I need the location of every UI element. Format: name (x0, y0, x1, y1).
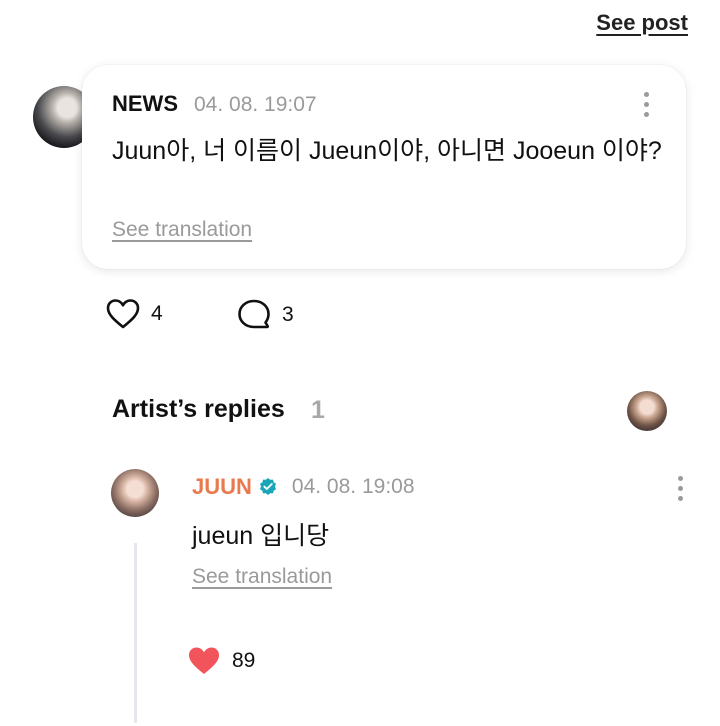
reply-see-translation-link[interactable]: See translation (192, 565, 332, 589)
post-timestamp: 04. 08. 19:07 (194, 93, 317, 116)
artist-replies-title: Artist’s replies (112, 395, 285, 423)
post-like-button[interactable]: 4 (105, 298, 163, 330)
reply-author-avatar[interactable] (111, 469, 159, 517)
artist-replies-count: 1 (311, 396, 325, 424)
post-author-name[interactable]: NEWS (112, 91, 178, 117)
post-comment-button[interactable]: 3 (236, 298, 294, 332)
heart-outline-icon (106, 299, 140, 329)
post-like-count: 4 (151, 302, 163, 325)
post-header: NEWS 04. 08. 19:07 (112, 91, 317, 117)
verified-badge-icon (259, 478, 276, 495)
reply-more-options-icon[interactable] (676, 476, 684, 501)
reply-timestamp: 04. 08. 19:08 (291, 475, 415, 498)
artist-avatar-small[interactable] (627, 391, 667, 431)
post-see-translation-link[interactable]: See translation (112, 218, 252, 242)
reply-author-name[interactable]: JUUN (192, 474, 252, 500)
post-card: NEWS 04. 08. 19:07 Juun아, 너 이름이 Jueun이야,… (82, 65, 686, 269)
heart-filled-icon (189, 647, 219, 674)
comment-bubble-icon (238, 299, 270, 329)
post-text: Juun아, 너 이름이 Jueun이야, 아니면 Jooeun 이야? (112, 137, 662, 165)
reply-like-button[interactable]: 89 (186, 645, 255, 677)
see-post-link[interactable]: See post (596, 10, 688, 36)
reply-header: JUUN 04. 08. 19:08 (192, 474, 415, 500)
reply-thread-line (134, 543, 137, 723)
reply-like-count: 89 (232, 649, 256, 672)
post-more-options-icon[interactable] (642, 92, 650, 117)
post-comment-count: 3 (282, 303, 294, 326)
reply-text: jueun 입니당 (192, 522, 330, 550)
